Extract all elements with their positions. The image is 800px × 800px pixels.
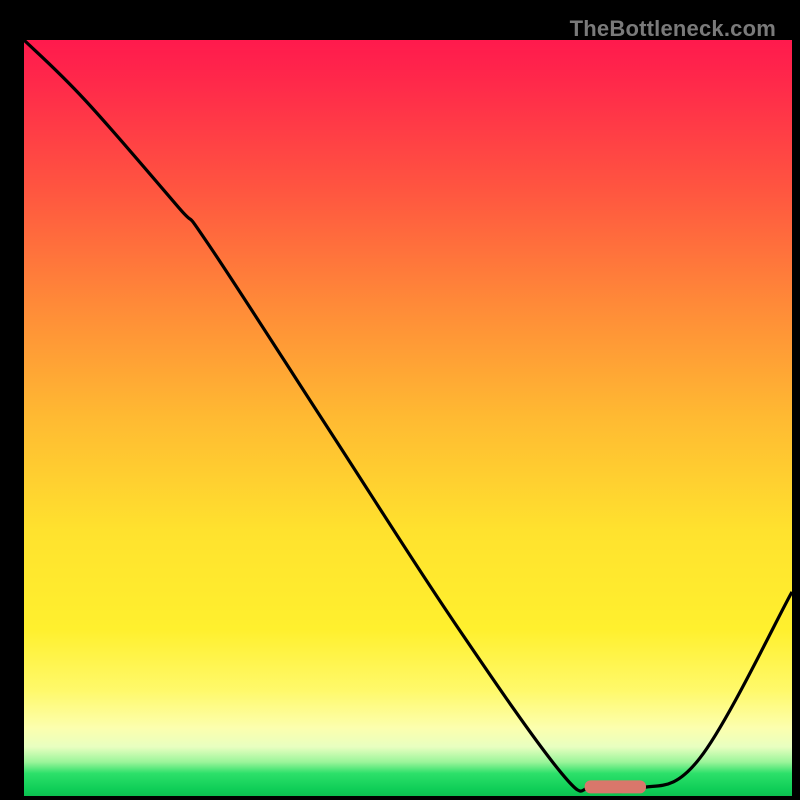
plot-area xyxy=(24,40,792,796)
chart-frame: TheBottleneck.com xyxy=(10,10,790,790)
watermark-text: TheBottleneck.com xyxy=(570,16,776,42)
optimal-range-marker xyxy=(585,780,646,793)
bottleneck-curve-line xyxy=(24,40,792,792)
chart-overlay xyxy=(24,40,792,796)
